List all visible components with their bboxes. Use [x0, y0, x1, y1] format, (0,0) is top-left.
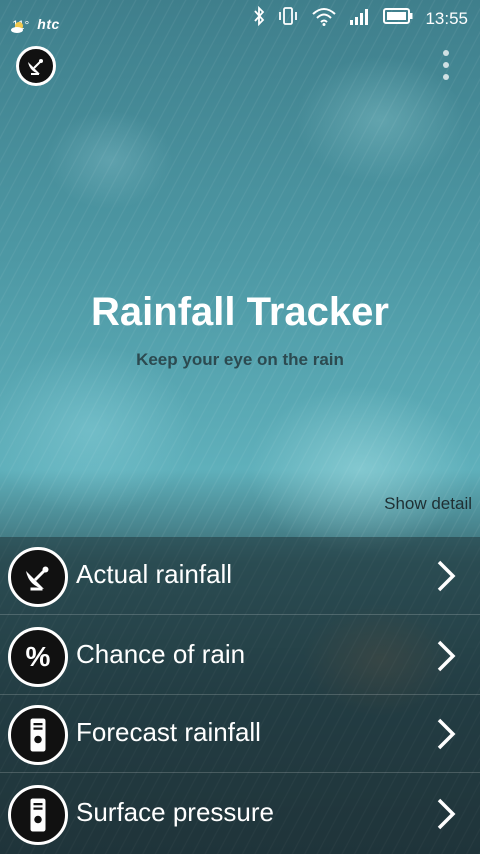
- menu-item-label: Surface pressure: [76, 797, 274, 827]
- status-left: 11° htc: [10, 4, 60, 33]
- app-title: Rainfall Tracker: [91, 290, 389, 334]
- menu-item-label: Forecast rainfall: [76, 717, 261, 747]
- device-icon: [8, 785, 68, 845]
- signal-icon: [349, 7, 371, 30]
- overflow-menu-icon[interactable]: [442, 50, 450, 80]
- chevron-right-icon: [434, 559, 458, 593]
- menu-item-forecast-rainfall[interactable]: Forecast rainfall: [0, 695, 480, 773]
- bluetooth-icon: [253, 5, 265, 31]
- satellite-dish-icon: [8, 547, 68, 607]
- clock: 13:55: [425, 8, 468, 28]
- show-detail-link[interactable]: Show detail: [384, 494, 472, 514]
- status-bar: 11° htc: [0, 0, 480, 36]
- carrier-label: htc: [37, 16, 60, 32]
- chevron-right-icon: [434, 797, 458, 831]
- wifi-icon: [311, 6, 337, 31]
- vibrate-icon: [277, 6, 299, 31]
- menu-item-label: Actual rainfall: [76, 559, 233, 589]
- status-right: 13:55: [253, 5, 468, 31]
- app-subtitle: Keep your eye on the rain: [136, 350, 344, 369]
- percent-icon: %: [8, 627, 68, 687]
- weather-icon: [10, 20, 26, 33]
- chevron-right-icon: [434, 717, 458, 751]
- menu-item-actual-rainfall[interactable]: Actual rainfall: [0, 537, 480, 615]
- menu-item-label: Chance of rain: [76, 639, 246, 669]
- satellite-dish-icon[interactable]: [16, 46, 56, 86]
- battery-icon: [383, 8, 413, 29]
- chevron-right-icon: [434, 639, 458, 673]
- menu-list: Actual rainfall % Chance of rain Forecas…: [0, 537, 480, 854]
- menu-item-surface-pressure[interactable]: Surface pressure: [0, 775, 480, 853]
- device-icon: [8, 705, 68, 765]
- menu-item-chance-of-rain[interactable]: % Chance of rain: [0, 617, 480, 695]
